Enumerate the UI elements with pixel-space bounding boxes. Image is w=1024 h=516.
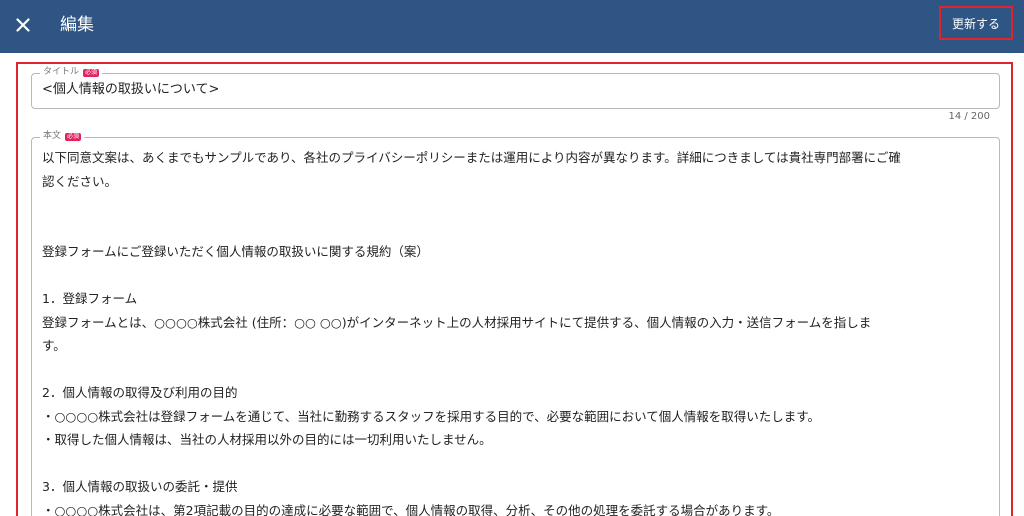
- title-field[interactable]: タイトル 必須 <個人情報の取扱いについて>: [31, 67, 1000, 109]
- body-text-line: [42, 452, 992, 476]
- page-title: 編集: [60, 15, 94, 35]
- close-icon: [16, 18, 30, 32]
- body-field-label: 本文: [43, 131, 62, 141]
- body-field-legend: 本文 必須: [40, 131, 85, 142]
- header-bar: 編集 更新する: [0, 0, 1024, 53]
- required-badge: 必須: [83, 68, 100, 77]
- body-text-line: ・○○○○株式会社は登録フォームを通じて、当社に勤務するスタッフを採用する目的で…: [42, 408, 821, 424]
- body-text-line: 2．個人情報の取得及び利用の目的: [42, 385, 238, 400]
- body-textarea[interactable]: 以下同意文案は、あくまでもサンプルであり、各社のプライバシーポリシーまたは運用に…: [42, 146, 992, 516]
- update-button[interactable]: 更新する: [939, 6, 1013, 40]
- body-text-line: 登録フォームとは、○○○○株式会社 (住所：○○ ○○)がインターネット上の人材…: [42, 314, 872, 330]
- character-counter: 14 / 200: [948, 111, 990, 122]
- body-text-line: 1．登録フォーム: [42, 291, 138, 306]
- close-button[interactable]: [10, 12, 36, 38]
- edit-form: タイトル 必須 <個人情報の取扱いについて> 14 / 200 本文 必須 以下…: [16, 62, 1013, 516]
- body-text-line: [42, 264, 992, 288]
- body-text-line: 以下同意文案は、あくまでもサンプルであり、各社のプライバシーポリシーまたは運用に…: [42, 150, 901, 165]
- title-input[interactable]: <個人情報の取扱いについて>: [42, 81, 982, 99]
- title-field-legend: タイトル 必須: [40, 67, 103, 78]
- body-text-line: 3．個人情報の取扱いの委託・提供: [42, 479, 238, 494]
- body-field[interactable]: 本文 必須 以下同意文案は、あくまでもサンプルであり、各社のプライバシーポリシー…: [31, 131, 1000, 516]
- body-text-line: [42, 193, 992, 217]
- body-text-line: ・○○○○株式会社は、第2項記載の目的の達成に必要な範囲で、個人情報の取得、分析…: [42, 502, 780, 516]
- body-text-line: [42, 358, 992, 382]
- body-text-line: す。: [42, 338, 66, 353]
- required-badge: 必須: [65, 132, 82, 141]
- title-field-label: タイトル: [43, 67, 80, 77]
- body-text-line: 登録フォームにご登録いただく個人情報の取扱いに関する規約（案）: [42, 244, 429, 259]
- body-text-line: ・取得した個人情報は、当社の人材採用以外の目的には一切利用いたしません。: [42, 432, 492, 447]
- body-text-line: 認ください。: [42, 173, 118, 189]
- body-text-line: [42, 217, 992, 241]
